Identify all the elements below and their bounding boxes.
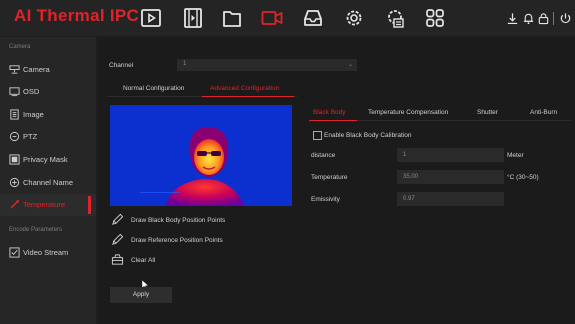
sidebar-item-temperature[interactable]: Temperature	[0, 194, 96, 216]
brand-title: AI Thermal IPC	[14, 6, 140, 25]
ptz-icon	[9, 131, 20, 142]
osd-icon	[9, 86, 20, 97]
thermal-preview[interactable]	[110, 105, 292, 206]
channel-label: Channel	[109, 62, 134, 69]
tab-advanced-configuration[interactable]: Advanced Configuration	[210, 85, 279, 92]
temperature-label: Temperature	[311, 174, 348, 181]
temperature-unit: °C (30~50)	[507, 174, 539, 181]
enable-black-body-checkbox[interactable]	[313, 131, 322, 140]
emissivity-value: 0.97	[403, 196, 415, 202]
camera-icon	[9, 64, 20, 75]
sidebar-item-label: Camera	[23, 65, 50, 74]
sidebar-item-video-stream[interactable]: Video Stream	[0, 242, 96, 264]
mouse-cursor	[141, 277, 150, 290]
tab-anti-burn[interactable]: Anti-Burn	[530, 109, 557, 116]
channel-select[interactable]: 1 ⌄	[177, 59, 357, 71]
sidebar-item-osd[interactable]: OSD	[0, 81, 96, 103]
power-icon[interactable]	[559, 12, 572, 25]
download-icon[interactable]	[506, 12, 519, 25]
image-icon	[9, 109, 20, 120]
sidebar-item-ptz[interactable]: PTZ	[0, 126, 96, 148]
clear-all-label: Clear All	[131, 257, 156, 264]
video-stream-icon	[9, 247, 20, 258]
folder-icon[interactable]	[220, 6, 244, 30]
storage-icon[interactable]	[301, 6, 325, 30]
tab-black-body[interactable]: Black Body	[313, 109, 346, 116]
active-indicator	[88, 196, 91, 214]
system-gear-icon[interactable]	[342, 6, 366, 30]
tab-normal-configuration[interactable]: Normal Configuration	[123, 85, 184, 92]
distance-label: distance	[311, 152, 336, 159]
sidebar-section-camera: Camera	[9, 44, 31, 50]
maintenance-gear-icon[interactable]	[384, 6, 408, 30]
channel-name-icon	[9, 177, 20, 188]
top-bar: AI Thermal IPC	[0, 0, 575, 36]
sidebar-section-encode: Encode Parameters	[9, 227, 63, 233]
tab-shutter[interactable]: Shutter	[477, 109, 498, 116]
pencil-icon	[111, 233, 124, 246]
sidebar-item-label: PTZ	[23, 132, 38, 141]
privacy-mask-icon	[9, 154, 20, 165]
temperature-input[interactable]: 35.00	[397, 170, 504, 184]
video-file-icon[interactable]	[181, 6, 205, 30]
camera-settings-icon[interactable]	[260, 6, 284, 30]
apps-grid-icon[interactable]	[423, 6, 447, 30]
active-tab-underline	[202, 96, 294, 97]
sidebar-item-label: Privacy Mask	[23, 155, 68, 164]
sidebar-item-camera[interactable]: Camera	[0, 59, 96, 81]
sidebar-item-label: Image	[23, 110, 44, 119]
sidebar-item-channel-name[interactable]: Channel Name	[0, 172, 96, 194]
sidebar-item-label: OSD	[23, 87, 40, 96]
distance-unit: Meter	[507, 152, 524, 159]
temperature-icon	[9, 199, 20, 210]
sidebar-item-label: Temperature	[23, 200, 66, 209]
chevron-down-icon: ⌄	[347, 62, 353, 68]
top-separator	[553, 12, 554, 25]
sidebar-item-image[interactable]: Image	[0, 104, 96, 126]
apply-button[interactable]: Apply	[110, 287, 172, 303]
draw-reference-label: Draw Reference Position Points	[131, 237, 223, 244]
sidebar-item-label: Video Stream	[23, 248, 69, 257]
distance-value: 1	[403, 152, 407, 158]
sidebar-item-label: Channel Name	[23, 178, 74, 187]
sidebar-item-privacy-mask[interactable]: Privacy Mask	[0, 149, 96, 171]
bell-icon[interactable]	[522, 12, 535, 25]
lock-icon[interactable]	[537, 12, 550, 25]
tab-temperature-compensation[interactable]: Temperature Compensation	[368, 109, 448, 116]
draw-black-body-label: Draw Black Body Position Points	[131, 217, 226, 224]
emissivity-input[interactable]: 0.97	[397, 192, 504, 206]
channel-value: 1	[183, 61, 187, 67]
temperature-value: 35.00	[403, 174, 419, 180]
enable-black-body-label: Enable Black Body Calibration	[324, 132, 412, 139]
sidebar: Camera Camera OSD Image PTZ Privacy Mask…	[0, 37, 96, 324]
active-sub-tab-underline	[309, 120, 357, 121]
main-panel: Channel 1 ⌄ Normal Configuration Advance…	[97, 37, 575, 324]
emissivity-label: Emissivity	[311, 196, 340, 203]
distance-input[interactable]: 1	[397, 148, 504, 162]
eraser-icon	[111, 253, 124, 266]
playback-icon[interactable]	[139, 6, 163, 30]
pencil-icon	[111, 213, 124, 226]
